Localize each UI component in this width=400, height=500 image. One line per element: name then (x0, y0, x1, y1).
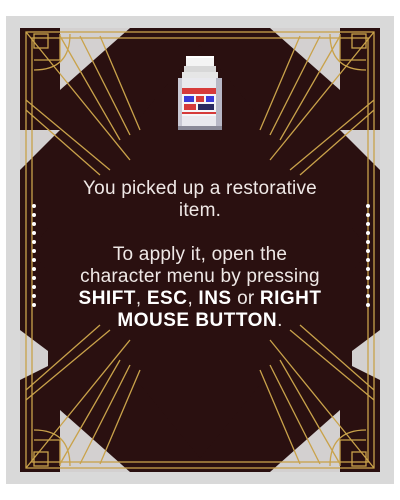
right-dot-column (366, 204, 372, 312)
separator-2: , (187, 288, 199, 309)
message-line-2: item. (178, 200, 222, 221)
message-line-4: character menu by pressing (80, 266, 320, 287)
key-ins: INS (198, 288, 232, 309)
message-line-3: To apply it, open the (112, 244, 288, 265)
separator-or: or (231, 288, 260, 309)
pill-bottle-icon (170, 52, 230, 136)
separator-1: , (135, 288, 147, 309)
key-esc: ESC (146, 288, 188, 309)
pickup-message: You picked up a restorative item. To app… (50, 178, 350, 332)
message-end: . (277, 310, 283, 331)
message-line-1: You picked up a restorative (83, 178, 317, 199)
key-right: RIGHT (259, 288, 322, 309)
item-pickup-popup: You picked up a restorative item. To app… (0, 0, 400, 500)
left-dot-column (32, 204, 38, 312)
key-shift: SHIFT (78, 288, 136, 309)
key-mouse-button: MOUSE BUTTON (117, 310, 278, 331)
